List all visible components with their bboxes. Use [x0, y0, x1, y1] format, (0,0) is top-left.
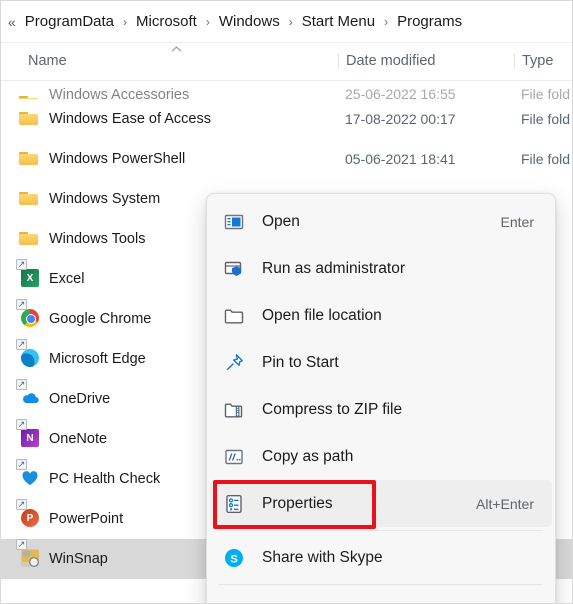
file-name: OneDrive [49, 391, 111, 407]
context-menu-label: Share with Skype [262, 548, 383, 566]
column-header-date-modified[interactable]: Date modified [338, 53, 435, 69]
breadcrumb-segment-3[interactable]: Start Menu [298, 11, 379, 32]
file-type: File fold [521, 86, 571, 99]
file-name: Microsoft Edge [49, 351, 146, 367]
file-name: WinSnap [49, 551, 108, 567]
context-menu-label: Properties [262, 494, 333, 512]
file-explorer-window: « ProgramData › Microsoft › Windows › St… [0, 0, 573, 604]
row-icon [18, 228, 40, 250]
context-menu-item-open-file-location[interactable]: Open file location [210, 292, 552, 339]
breadcrumb-separator-3: › [384, 14, 389, 29]
shortcut-overlay-icon: ↗ [16, 299, 27, 310]
column-header-name[interactable]: Name [28, 53, 67, 69]
shield-window-icon [222, 257, 246, 281]
context-menu-separator [219, 584, 543, 585]
file-name: Windows Tools [49, 231, 146, 247]
context-menu-item-copy-as-path[interactable]: Copy as path [210, 433, 552, 480]
row-icon: ↗ [16, 339, 40, 370]
breadcrumb-segment-1[interactable]: Microsoft [132, 11, 201, 32]
show-more-options-icon [222, 600, 246, 604]
row-icon: ↗ [16, 459, 40, 490]
properties-icon [222, 492, 246, 516]
open-window-icon [222, 210, 246, 234]
context-menu-label: Open [262, 212, 300, 230]
context-menu-label: Run as administrator [262, 259, 406, 277]
file-name: Windows Ease of Access [49, 111, 211, 127]
file-name: Windows PowerShell [49, 151, 186, 167]
row-icon [18, 148, 40, 170]
breadcrumb-separator-2: › [288, 14, 293, 29]
double-chevron-left-icon[interactable]: « [5, 15, 21, 29]
breadcrumb-segment-0[interactable]: ProgramData [21, 11, 118, 32]
column-header-bar: Name Date modified Type [1, 44, 572, 81]
file-date-modified: 05-06-2021 18:41 [345, 151, 456, 167]
shortcut-overlay-icon: ↗ [16, 259, 27, 270]
context-menu-item-open[interactable]: Open Enter [210, 198, 552, 245]
shortcut-overlay-icon: ↗ [16, 379, 27, 390]
row-icon: P ↗ [16, 499, 40, 530]
context-menu-item-share-with-skype[interactable]: S Share with Skype [210, 534, 552, 581]
row-icon [18, 92, 40, 99]
breadcrumb-separator-0: › [123, 14, 127, 29]
file-name: Windows System [49, 191, 161, 207]
zip-folder-icon [222, 398, 246, 422]
breadcrumb-segment-2[interactable]: Windows [215, 11, 284, 32]
shortcut-overlay-icon: ↗ [16, 419, 27, 430]
copy-path-icon [222, 445, 246, 469]
file-name: Google Chrome [49, 311, 152, 327]
shortcut-overlay-icon: ↗ [16, 499, 27, 510]
context-menu-label: Open file location [262, 306, 382, 324]
row-icon: ↗ [16, 299, 40, 330]
context-menu-label: Pin to Start [262, 353, 339, 371]
context-menu-item-compress-to-zip-file[interactable]: Compress to ZIP file [210, 386, 552, 433]
row-icon: N ↗ [16, 419, 40, 450]
shortcut-overlay-icon: ↗ [16, 539, 27, 550]
context-menu-item-pin-to-start[interactable]: Pin to Start [210, 339, 552, 386]
context-menu-item-run-as-administrator[interactable]: Run as administrator [210, 245, 552, 292]
context-menu-shortcut: Alt+Enter [476, 495, 534, 512]
breadcrumb-separator-1: › [205, 14, 210, 29]
file-name: Windows Accessories [49, 87, 190, 99]
file-name: PC Health Check [49, 471, 161, 487]
shortcut-overlay-icon: ↗ [16, 459, 27, 470]
row-icon: ↗ [16, 539, 40, 570]
context-menu-shortcut: Enter [500, 213, 534, 230]
row-icon [18, 188, 40, 210]
breadcrumb: « ProgramData › Microsoft › Windows › St… [1, 1, 572, 43]
skype-icon: S [222, 546, 246, 570]
file-name: OneNote [49, 431, 108, 447]
file-date-modified: 17-08-2022 00:17 [345, 111, 456, 127]
shortcut-overlay-icon: ↗ [16, 339, 27, 350]
svg-text:S: S [230, 553, 237, 565]
context-menu-separator [219, 530, 543, 531]
folder-outline-icon [222, 304, 246, 328]
breadcrumb-segment-4[interactable]: Programs [393, 11, 466, 32]
context-menu-item-show-more-options[interactable]: Show more optionsShift+F10 [210, 588, 552, 604]
row-icon: ↗ [16, 379, 40, 410]
pin-icon [222, 351, 246, 375]
file-date-modified: 25-06-2022 16:55 [345, 86, 456, 99]
row-icon: X ↗ [16, 259, 40, 290]
context-menu[interactable]: Open Enter Run as administrator Open file l… [206, 193, 556, 604]
chevron-up-icon [171, 46, 182, 52]
context-menu-item-properties[interactable]: Properties Alt+Enter [210, 480, 552, 527]
file-type: File fold [521, 151, 571, 167]
table-row[interactable]: Windows Accessories 25-06-2022 16:55 File … [1, 81, 572, 99]
file-name: PowerPoint [49, 511, 124, 527]
context-menu-label: Copy as path [262, 447, 354, 465]
table-row[interactable]: Windows Ease of Access 17-08-2022 00:17 Fi… [1, 99, 572, 139]
context-menu-label: Compress to ZIP file [262, 400, 403, 418]
column-header-type[interactable]: Type [514, 53, 553, 69]
table-row[interactable]: Windows PowerShell 05-06-2021 18:41 File f… [1, 139, 572, 179]
row-icon [18, 108, 40, 130]
file-type: File fold [521, 111, 571, 127]
file-name: Excel [49, 271, 85, 287]
